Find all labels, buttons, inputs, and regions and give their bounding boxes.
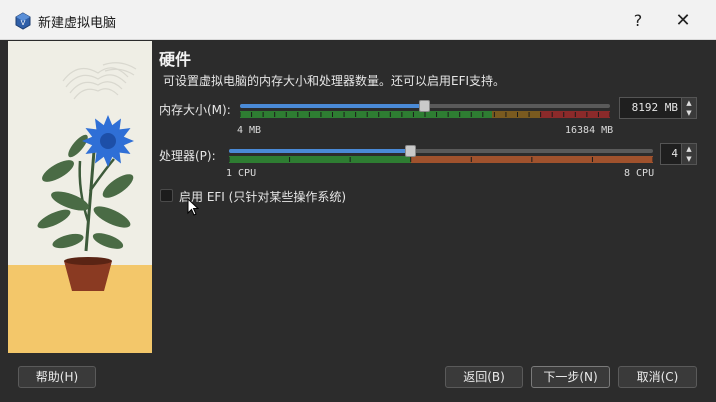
cpu-min-label: 1 CPU (226, 168, 257, 179)
cancel-button[interactable]: 取消(C) (618, 366, 697, 388)
section-heading: 硬件 (159, 50, 192, 69)
plant-illustration (8, 41, 152, 353)
cpu-value: 4 (671, 147, 678, 160)
section-description: 可设置虚拟电脑的内存大小和处理器数量。还可以启用EFI支持。 (163, 74, 506, 88)
virtualbox-logo-icon: V (15, 12, 31, 30)
cpu-slider[interactable] (229, 144, 653, 174)
svg-text:V: V (21, 19, 26, 27)
close-button[interactable]: ✕ (669, 8, 697, 34)
memory-down-icon[interactable]: ▼ (682, 108, 696, 118)
memory-slider-fill (240, 104, 425, 108)
mouse-cursor-icon (187, 198, 199, 216)
cpu-slider-ticks (229, 157, 653, 162)
memory-value: 8192 MB (631, 101, 678, 114)
cpu-max-label: 8 CPU (624, 168, 655, 179)
title-bar: V 新建虚拟电脑 ? ✕ (0, 0, 716, 40)
cpu-spinbox[interactable]: 4 ▲ ▼ (660, 143, 697, 165)
memory-slider[interactable] (240, 99, 610, 129)
memory-min-label: 4 MB (237, 125, 262, 136)
cpu-slider-fill (229, 149, 411, 153)
window-title: 新建虚拟电脑 (38, 16, 117, 31)
help-button[interactable]: 帮助(H) (18, 366, 96, 388)
cpu-label: 处理器(P): (159, 149, 216, 163)
memory-label: 内存大小(M): (159, 103, 231, 117)
memory-spinbox[interactable]: 8192 MB ▲ ▼ (619, 97, 697, 119)
cpu-up-icon[interactable]: ▲ (682, 144, 696, 154)
memory-max-label: 16384 MB (565, 125, 614, 136)
dialog-body: 硬件 可设置虚拟电脑的内存大小和处理器数量。还可以启用EFI支持。 内存大小(M… (0, 41, 716, 402)
cpu-slider-handle[interactable] (404, 145, 416, 157)
memory-spin-arrows[interactable]: ▲ ▼ (681, 98, 696, 118)
memory-slider-ticks (240, 112, 610, 117)
help-title-button[interactable]: ? (624, 8, 652, 34)
efi-label[interactable]: 启用 EFI (只针对某些操作系统) (179, 188, 346, 205)
cpu-spin-arrows[interactable]: ▲ ▼ (681, 144, 696, 164)
memory-up-icon[interactable]: ▲ (682, 98, 696, 108)
back-button[interactable]: 返回(B) (445, 366, 523, 388)
efi-checkbox[interactable] (160, 189, 173, 202)
cpu-down-icon[interactable]: ▼ (682, 154, 696, 164)
next-button[interactable]: 下一步(N) (531, 366, 610, 388)
memory-slider-handle[interactable] (418, 100, 430, 112)
